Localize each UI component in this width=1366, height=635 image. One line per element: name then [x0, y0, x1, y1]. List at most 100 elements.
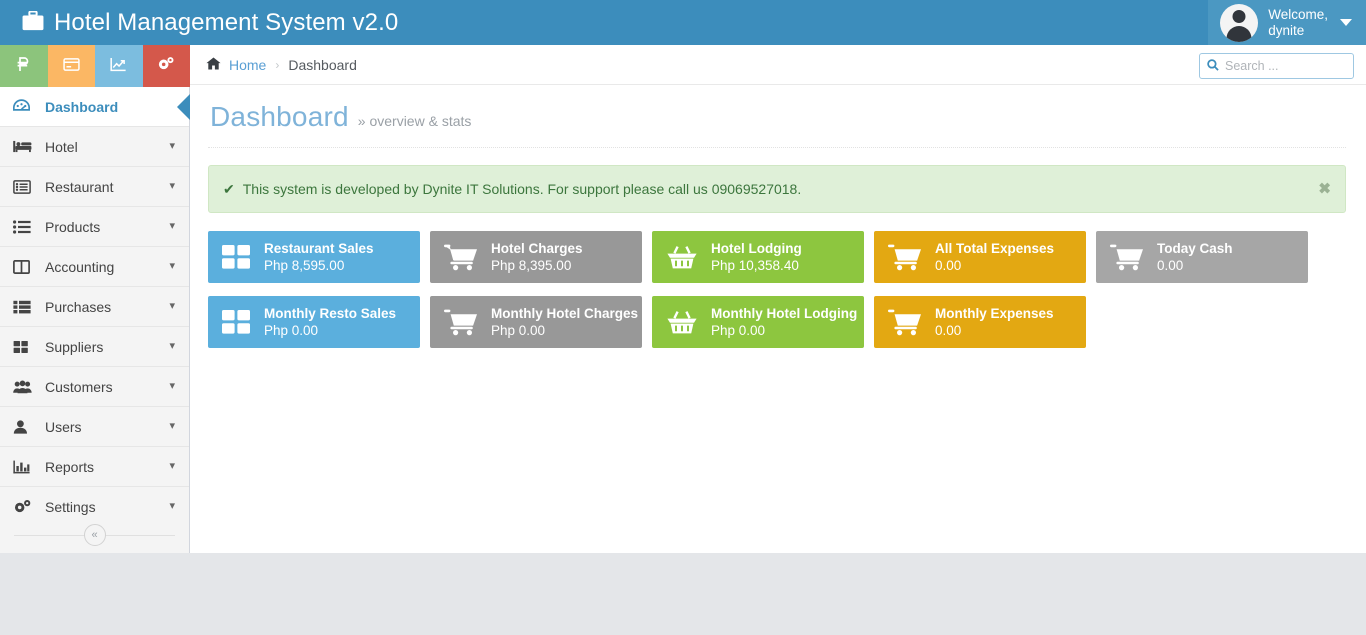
- bed-icon: [13, 140, 37, 153]
- stat-card-title: Today Cash: [1157, 241, 1233, 256]
- stat-card-title: Monthly Expenses: [935, 306, 1054, 321]
- stat-card-monthly-hotel-lodging[interactable]: Monthly Hotel Lodging Php 0.00: [652, 296, 864, 348]
- chevron-down-icon[interactable]: ▾: [169, 181, 177, 192]
- sidebar-collapse-row: «: [0, 517, 189, 553]
- th-list-icon: [13, 300, 37, 314]
- bar-chart-icon: [13, 460, 37, 474]
- chevron-down-icon[interactable]: ▾: [169, 461, 177, 472]
- sidebar-item-hotel[interactable]: Hotel ▾: [0, 127, 189, 167]
- stat-card-hotel-lodging[interactable]: Hotel Lodging Php 10,358.40: [652, 231, 864, 283]
- stat-card-hotel-charges[interactable]: Hotel Charges Php 8,395.00: [430, 231, 642, 283]
- sidebar-item-reports[interactable]: Reports ▾: [0, 447, 189, 487]
- sidebar: Dashboard Hotel ▾ Restaurant ▾ Products …: [0, 45, 190, 553]
- users-icon: [13, 380, 37, 394]
- sidebar-item-label: Settings: [45, 498, 96, 515]
- stat-card-text: Monthly Resto Sales Php 0.00: [264, 306, 396, 338]
- sidebar-item-users[interactable]: Users ▾: [0, 407, 189, 447]
- chevron-down-icon[interactable]: ▾: [169, 501, 177, 512]
- chevron-down-icon[interactable]: ▾: [169, 261, 177, 272]
- cart-icon: [888, 309, 922, 336]
- stat-cards-row-1: Restaurant Sales Php 8,595.00 Hotel Char…: [208, 231, 1346, 283]
- check-icon: ✔: [223, 180, 235, 197]
- chevron-down-icon[interactable]: [1340, 19, 1352, 26]
- stat-card-title: Hotel Charges: [491, 241, 583, 256]
- sidebar-item-label: Dashboard: [45, 98, 119, 115]
- quick-action-peso[interactable]: [0, 45, 48, 87]
- chevron-down-icon[interactable]: ▾: [169, 341, 177, 352]
- chevron-down-icon[interactable]: ▾: [169, 301, 177, 312]
- stat-card-today-cash[interactable]: Today Cash 0.00: [1096, 231, 1308, 283]
- sidebar-item-label: Hotel: [45, 138, 78, 155]
- stat-card-value: Php 0.00: [264, 323, 319, 338]
- sidebar-collapse-button[interactable]: «: [83, 524, 106, 546]
- stat-card-value: 0.00: [1157, 258, 1184, 273]
- sidebar-item-label: Users: [45, 418, 82, 435]
- quick-action-card[interactable]: [47, 45, 95, 87]
- stat-card-text: Hotel Lodging Php 10,358.40: [711, 241, 802, 273]
- sidebar-menu: Dashboard Hotel ▾ Restaurant ▾ Products …: [0, 87, 189, 527]
- stat-card-text: Hotel Charges Php 8,395.00: [491, 241, 583, 273]
- page-title: Dashboard: [210, 101, 349, 132]
- stat-card-monthly-expenses[interactable]: Monthly Expenses 0.00: [874, 296, 1086, 348]
- cogs-icon: [13, 499, 37, 514]
- breadcrumb-separator: ›: [275, 57, 280, 72]
- stat-card-title: Monthly Hotel Lodging: [711, 306, 858, 321]
- sidebar-item-accounting[interactable]: Accounting ▾: [0, 247, 189, 287]
- stat-card-text: Monthly Hotel Charges Php 0.00: [491, 306, 638, 338]
- page-background-footer: [0, 553, 1366, 635]
- welcome-text: Welcome, dynite: [1268, 7, 1328, 39]
- chevron-down-icon[interactable]: ▾: [169, 141, 177, 152]
- alert-message: This system is developed by Dynite IT So…: [242, 181, 802, 197]
- chart-icon: [110, 57, 127, 76]
- app-logo[interactable]: Hotel Management System v2.0: [0, 0, 398, 45]
- stat-cards-row-2: Monthly Resto Sales Php 0.00 Monthly Hot…: [208, 296, 1346, 348]
- stat-card-value: Php 0.00: [491, 323, 546, 338]
- stat-card-monthly-resto-sales[interactable]: Monthly Resto Sales Php 0.00: [208, 296, 420, 348]
- sidebar-item-label: Customers: [45, 378, 113, 395]
- th-large-icon: [222, 244, 251, 270]
- quick-action-chart[interactable]: [95, 45, 143, 87]
- stat-card-value: 0.00: [935, 323, 962, 338]
- cart-icon: [444, 244, 478, 271]
- list-alt-icon: [13, 179, 37, 194]
- page-header: Dashboard » overview & stats: [208, 101, 1346, 148]
- chevron-down-icon[interactable]: ▾: [169, 421, 177, 432]
- stat-card-value: Php 8,395.00: [491, 258, 572, 273]
- user-menu[interactable]: Welcome, dynite: [1208, 0, 1366, 45]
- avatar: [1220, 3, 1259, 42]
- th-large-icon: [13, 340, 37, 354]
- close-icon[interactable]: ✖: [1318, 182, 1331, 197]
- stat-card-all-total-expenses[interactable]: All Total Expenses 0.00: [874, 231, 1086, 283]
- stat-card-value: Php 10,358.40: [711, 258, 799, 273]
- stat-card-value: Php 8,595.00: [264, 258, 345, 273]
- stat-card-restaurant-sales[interactable]: Restaurant Sales Php 8,595.00: [208, 231, 420, 283]
- stat-card-title: Monthly Hotel Charges: [491, 306, 639, 321]
- system-alert: ✔ This system is developed by Dynite IT …: [208, 165, 1346, 213]
- sidebar-item-label: Products: [45, 218, 101, 235]
- stat-card-title: Hotel Lodging: [711, 241, 802, 256]
- columns-icon: [13, 259, 37, 274]
- search-box[interactable]: [1199, 53, 1354, 79]
- chevron-down-icon[interactable]: ▾: [169, 221, 177, 232]
- sidebar-item-restaurant[interactable]: Restaurant ▾: [0, 167, 189, 207]
- stat-card-text: Today Cash 0.00: [1157, 241, 1233, 273]
- quick-action-settings[interactable]: [142, 45, 190, 87]
- sidebar-item-dashboard[interactable]: Dashboard: [0, 87, 189, 127]
- th-large-icon: [222, 309, 251, 335]
- sidebar-item-suppliers[interactable]: Suppliers ▾: [0, 327, 189, 367]
- cart-icon: [888, 244, 922, 271]
- sidebar-item-label: Purchases: [45, 298, 112, 315]
- search-input[interactable]: [1225, 59, 1346, 73]
- basket-icon: [666, 309, 698, 336]
- chevron-down-icon[interactable]: ▾: [169, 381, 177, 392]
- username-label: dynite: [1268, 22, 1305, 38]
- search-icon: [1207, 59, 1219, 73]
- breadcrumb-home-link[interactable]: Home: [229, 57, 266, 73]
- stat-card-monthly-hotel-charges[interactable]: Monthly Hotel Charges Php 0.00: [430, 296, 642, 348]
- sidebar-item-products[interactable]: Products ▾: [0, 207, 189, 247]
- sidebar-item-label: Reports: [45, 458, 95, 475]
- sidebar-item-label: Restaurant: [45, 178, 114, 195]
- sidebar-item-customers[interactable]: Customers ▾: [0, 367, 189, 407]
- sidebar-item-purchases[interactable]: Purchases ▾: [0, 287, 189, 327]
- cart-icon: [1110, 244, 1144, 271]
